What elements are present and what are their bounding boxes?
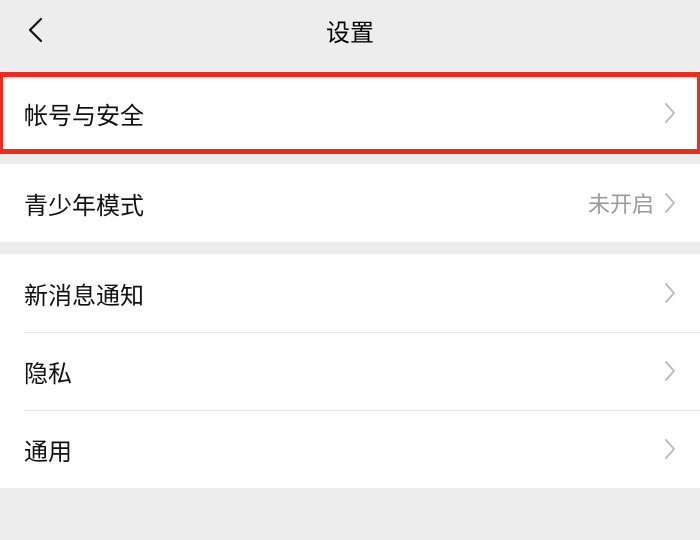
chevron-right-icon	[664, 360, 676, 382]
header: 设置	[0, 0, 700, 60]
item-right: 未开启	[588, 187, 676, 219]
section-gap	[0, 152, 700, 164]
section-gap	[0, 60, 700, 74]
settings-group: 青少年模式 未开启	[0, 164, 700, 242]
item-right	[664, 282, 676, 304]
item-new-message-notify[interactable]: 新消息通知	[0, 254, 700, 332]
item-label: 新消息通知	[24, 276, 144, 311]
chevron-left-icon	[27, 17, 43, 43]
item-label: 帐号与安全	[24, 96, 144, 131]
item-general[interactable]: 通用	[0, 410, 700, 488]
settings-group: 新消息通知 隐私 通用	[0, 254, 700, 488]
item-youth-mode[interactable]: 青少年模式 未开启	[0, 164, 700, 242]
section-gap	[0, 242, 700, 254]
item-value: 未开启	[588, 187, 654, 219]
settings-group: 帐号与安全	[0, 74, 700, 152]
item-right	[664, 102, 676, 124]
item-account-security[interactable]: 帐号与安全	[0, 74, 700, 152]
item-label: 青少年模式	[24, 186, 144, 221]
page-title: 设置	[0, 13, 700, 48]
chevron-right-icon	[664, 102, 676, 124]
chevron-right-icon	[664, 438, 676, 460]
item-privacy[interactable]: 隐私	[0, 332, 700, 410]
chevron-right-icon	[664, 282, 676, 304]
chevron-right-icon	[664, 192, 676, 214]
item-right	[664, 360, 676, 382]
item-label: 隐私	[24, 354, 72, 389]
item-right	[664, 438, 676, 460]
item-label: 通用	[24, 432, 72, 467]
back-button[interactable]	[20, 15, 50, 45]
